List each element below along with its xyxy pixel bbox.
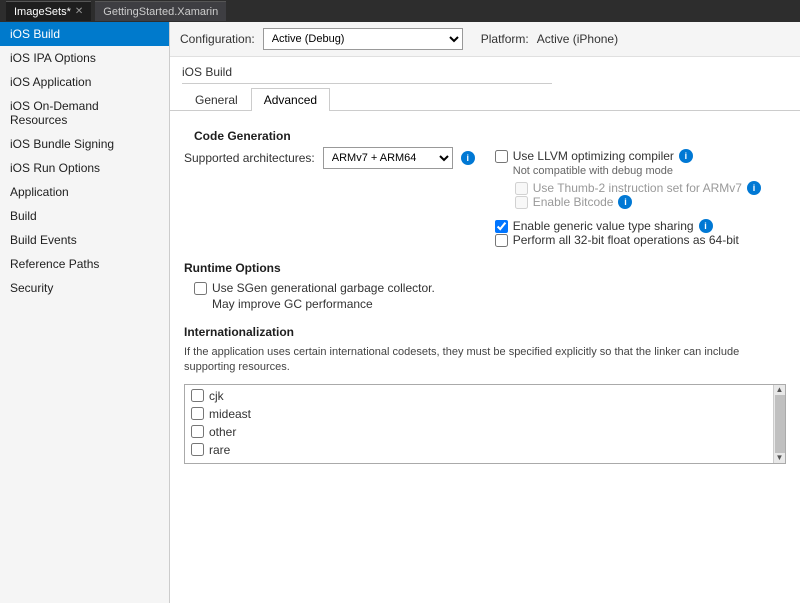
float32-row: Perform all 32-bit float operations as 6… [495, 233, 786, 247]
intl-desc: If the application uses certain internat… [184, 345, 786, 376]
col-right-options: Use LLVM optimizing compiler i Not compa… [495, 147, 786, 247]
generic-sharing-label: Enable generic value type sharing [513, 219, 694, 233]
sidebar-item-build[interactable]: Build [0, 204, 169, 228]
sidebar-item-application[interactable]: Application [0, 180, 169, 204]
intl-mideast-label: mideast [209, 407, 251, 421]
scroll-up-icon[interactable]: ▲ [776, 386, 784, 394]
runtime-options-section: Runtime Options Use SGen generational ga… [184, 261, 786, 311]
platform-value: Active (iPhone) [537, 32, 618, 46]
advanced-tab-content: Code Generation Supported architectures:… [170, 111, 800, 603]
arch-row: Supported architectures: ARMv7 + ARM64 i [184, 147, 475, 169]
col-left-arch: Supported architectures: ARMv7 + ARM64 i [184, 147, 475, 247]
intl-rare-label: rare [209, 443, 230, 457]
sidebar-item-reference-paths[interactable]: Reference Paths [0, 252, 169, 276]
llvm-label: Use LLVM optimizing compiler [513, 149, 674, 163]
runtime-options-body: Use SGen generational garbage collector.… [184, 281, 786, 311]
intl-rare-checkbox[interactable] [191, 443, 204, 456]
sidebar-item-security[interactable]: Security [0, 276, 169, 300]
sidebar-item-ios-application[interactable]: iOS Application [0, 70, 169, 94]
config-select[interactable]: Active (Debug) [263, 28, 463, 50]
generic-sharing-row: Enable generic value type sharing i [495, 219, 786, 233]
main-container: iOS Build iOS IPA Options iOS Applicatio… [0, 22, 800, 603]
arch-label: Supported architectures: [184, 151, 315, 165]
intl-mideast-checkbox[interactable] [191, 407, 204, 420]
sidebar-item-ios-ipa-options[interactable]: iOS IPA Options [0, 46, 169, 70]
content-area: Configuration: Active (Debug) Platform: … [170, 22, 800, 603]
bitcode-row: Enable Bitcode i [515, 195, 786, 209]
tab-imagesets-close[interactable]: ✕ [75, 6, 83, 17]
config-bar: Configuration: Active (Debug) Platform: … [170, 22, 800, 57]
intl-other-label: other [209, 425, 236, 439]
code-gen-columns: Supported architectures: ARMv7 + ARM64 i… [184, 147, 786, 247]
thumb2-label: Use Thumb-2 instruction set for ARMv7 [533, 181, 742, 195]
title-bar: ImageSets* ✕ GettingStarted.Xamarin [0, 0, 800, 22]
tab-imagesets-label: ImageSets* [14, 6, 71, 18]
generic-sharing-section: Enable generic value type sharing i Perf… [495, 219, 786, 247]
intl-cjk-label: cjk [209, 389, 224, 403]
sgen-sub: May improve GC performance [194, 297, 786, 311]
inner-tab-row: General Advanced [170, 88, 800, 111]
intl-title: Internationalization [184, 325, 786, 339]
tab-gettingstarted[interactable]: GettingStarted.Xamarin [95, 1, 226, 21]
code-generation-section: Code Generation Supported architectures:… [184, 123, 786, 247]
generic-sharing-info-icon[interactable]: i [699, 219, 713, 233]
arch-select[interactable]: ARMv7 + ARM64 [323, 147, 453, 169]
float32-checkbox[interactable] [495, 234, 508, 247]
scroll-down-icon[interactable]: ▼ [776, 454, 784, 462]
sidebar-item-ios-build[interactable]: iOS Build [0, 22, 169, 46]
intl-item-other: other [191, 425, 767, 439]
intl-item-rare: rare [191, 443, 767, 457]
llvm-sub: Not compatible with debug mode [495, 165, 786, 177]
tab-gettingstarted-label: GettingStarted.Xamarin [103, 6, 218, 18]
thumb2-indent: Use Thumb-2 instruction set for ARMv7 i … [495, 181, 786, 209]
sidebar: iOS Build iOS IPA Options iOS Applicatio… [0, 22, 170, 603]
ios-build-header: iOS Build [170, 57, 800, 83]
tab-general[interactable]: General [182, 88, 251, 111]
thumb2-row: Use Thumb-2 instruction set for ARMv7 i [515, 181, 786, 195]
arch-info-icon[interactable]: i [461, 151, 475, 165]
sidebar-item-ios-ondemand[interactable]: iOS On-Demand Resources [0, 94, 169, 132]
sgen-row: Use SGen generational garbage collector. [194, 281, 786, 295]
intl-list-wrapper: cjk mideast other rare [184, 384, 786, 464]
sidebar-item-build-events[interactable]: Build Events [0, 228, 169, 252]
runtime-options-title: Runtime Options [184, 261, 786, 275]
platform-label: Platform: [481, 32, 529, 46]
tab-imagesets[interactable]: ImageSets* ✕ [6, 1, 91, 21]
bitcode-info-icon[interactable]: i [618, 195, 632, 209]
llvm-checkbox[interactable] [495, 150, 508, 163]
float32-label: Perform all 32-bit float operations as 6… [513, 233, 739, 247]
thumb2-checkbox[interactable] [515, 182, 528, 195]
sgen-label: Use SGen generational garbage collector. [212, 281, 435, 295]
thumb2-info-icon[interactable]: i [747, 181, 761, 195]
config-label: Configuration: [180, 32, 255, 46]
intl-list[interactable]: cjk mideast other rare [185, 385, 785, 463]
sgen-checkbox[interactable] [194, 282, 207, 295]
right-options-group: Use LLVM optimizing compiler i Not compa… [495, 149, 786, 247]
intl-scrollbar: ▲ ▼ [773, 385, 785, 463]
bitcode-checkbox[interactable] [515, 196, 528, 209]
tab-advanced[interactable]: Advanced [251, 88, 330, 111]
sidebar-item-ios-run-options[interactable]: iOS Run Options [0, 156, 169, 180]
bitcode-label: Enable Bitcode [533, 195, 614, 209]
generic-sharing-checkbox[interactable] [495, 220, 508, 233]
intl-other-checkbox[interactable] [191, 425, 204, 438]
sidebar-item-ios-bundle-signing[interactable]: iOS Bundle Signing [0, 132, 169, 156]
intl-cjk-checkbox[interactable] [191, 389, 204, 402]
intl-item-cjk: cjk [191, 389, 767, 403]
code-generation-title: Code Generation [184, 123, 786, 147]
llvm-info-icon[interactable]: i [679, 149, 693, 163]
llvm-row: Use LLVM optimizing compiler i [495, 149, 786, 163]
internationalization-section: Internationalization If the application … [184, 325, 786, 464]
intl-item-mideast: mideast [191, 407, 767, 421]
ios-build-divider [182, 83, 552, 84]
